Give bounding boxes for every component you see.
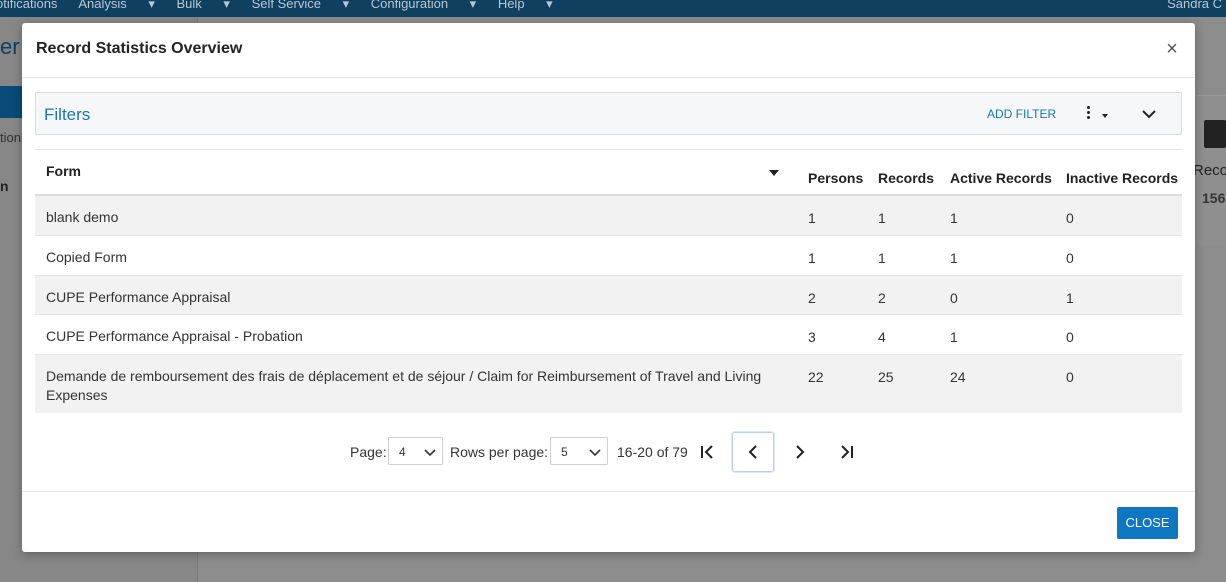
modal-header: Record Statistics Overview ×: [22, 23, 1195, 78]
column-header-form[interactable]: Form: [46, 163, 81, 179]
column-header-records[interactable]: Records: [878, 170, 934, 186]
next-page-button[interactable]: [779, 432, 821, 472]
chevron-right-icon: [796, 445, 805, 459]
cell-records: 2: [878, 290, 886, 306]
record-statistics-modal: Record Statistics Overview × Filters ADD…: [22, 23, 1195, 552]
background-active-tab: [0, 86, 22, 118]
nav-item-notifications: otifications: [0, 0, 58, 11]
pagination: Page: 4 Rows per page: 5 16-20 of 79: [22, 432, 1195, 472]
cell-active-records: 1: [950, 250, 958, 266]
background-card-title: Reco: [1193, 162, 1226, 179]
filters-panel: Filters ADD FILTER: [35, 92, 1182, 135]
page-select-value: 4: [399, 445, 406, 459]
filters-title: Filters: [44, 105, 91, 124]
top-navigation-bar: otifications Analysis ▾ Bulk ▾ Self Serv…: [0, 0, 1226, 17]
table-row[interactable]: blank demo 1 1 1 0: [35, 196, 1182, 236]
cell-form: Demande de remboursement des frais de dé…: [46, 368, 762, 403]
cell-records: 1: [878, 250, 886, 266]
cell-inactive-records: 0: [1066, 329, 1074, 345]
document-icon: [1204, 120, 1226, 148]
chevron-down-icon: [424, 449, 436, 457]
cell-active-records: 1: [950, 329, 958, 345]
table-row[interactable]: Demande de remboursement des frais de dé…: [35, 355, 1182, 413]
background-label: tion: [0, 130, 21, 145]
cell-inactive-records: 1: [1066, 290, 1074, 306]
cell-inactive-records: 0: [1066, 369, 1074, 385]
cell-persons: 3: [808, 329, 816, 345]
modal-footer: CLOSE: [22, 491, 1195, 552]
previous-page-button[interactable]: [732, 432, 774, 472]
page-range-text: 16-20 of 79: [617, 444, 688, 460]
cell-records: 25: [878, 369, 894, 385]
last-page-icon: [841, 445, 853, 459]
nav-item-bulk: Bulk ▾: [176, 0, 230, 11]
caret-down-icon[interactable]: [1102, 114, 1108, 118]
rows-per-page-select[interactable]: 5: [550, 437, 608, 465]
cell-records: 4: [878, 329, 886, 345]
background-label-bold: n: [0, 178, 9, 194]
nav-item-analysis: Analysis ▾: [78, 0, 155, 11]
add-filter-button[interactable]: ADD FILTER: [987, 107, 1056, 121]
cell-form: blank demo: [46, 209, 119, 225]
nav-item-configuration: Configuration ▾: [370, 0, 477, 11]
nav-item-help: Help ▾: [497, 0, 553, 11]
table-row[interactable]: CUPE Performance Appraisal 2 2 0 1: [35, 276, 1182, 315]
table-row[interactable]: CUPE Performance Appraisal - Probation 3…: [35, 315, 1182, 355]
cell-persons: 1: [808, 210, 816, 226]
background-card-value: 156: [1202, 190, 1226, 206]
cell-records: 1: [878, 210, 886, 226]
rows-per-page-label: Rows per page:: [450, 444, 549, 460]
chevron-left-icon: [748, 445, 757, 459]
column-header-active-records[interactable]: Active Records: [950, 170, 1052, 186]
table-row[interactable]: Copied Form 1 1 1 0: [35, 236, 1182, 276]
nav-item-self-service: Self Service ▾: [251, 0, 350, 11]
cell-inactive-records: 0: [1066, 250, 1074, 266]
chevron-down-icon[interactable]: [1140, 105, 1158, 123]
cell-persons: 1: [808, 250, 816, 266]
cell-active-records: 24: [950, 369, 966, 385]
close-icon[interactable]: ×: [1163, 39, 1181, 59]
more-options-icon[interactable]: [1083, 104, 1093, 124]
column-header-inactive-records[interactable]: Inactive Records: [1066, 170, 1178, 186]
last-page-button[interactable]: [826, 432, 868, 472]
close-button[interactable]: CLOSE: [1117, 507, 1178, 539]
cell-active-records: 0: [950, 290, 958, 306]
cell-form: CUPE Performance Appraisal - Probation: [46, 328, 303, 344]
first-page-icon: [701, 445, 713, 459]
cell-persons: 2: [808, 290, 816, 306]
table-header: Form Persons Records Active Records Inac…: [35, 149, 1182, 196]
column-header-persons[interactable]: Persons: [808, 170, 863, 186]
modal-title: Record Statistics Overview: [36, 40, 243, 57]
cell-form: CUPE Performance Appraisal: [46, 289, 231, 305]
sort-descending-icon[interactable]: [769, 170, 779, 176]
background-page-heading: er: [0, 34, 20, 59]
cell-active-records: 1: [950, 210, 958, 226]
page-label: Page:: [350, 444, 387, 460]
cell-persons: 22: [808, 369, 824, 385]
page-select[interactable]: 4: [388, 437, 443, 465]
statistics-table: Form Persons Records Active Records Inac…: [35, 149, 1182, 413]
rows-per-page-value: 5: [561, 445, 568, 459]
chevron-down-icon: [589, 449, 601, 457]
cell-inactive-records: 0: [1066, 210, 1074, 226]
cell-form: Copied Form: [46, 249, 127, 265]
first-page-button[interactable]: [686, 432, 728, 472]
user-name: Sandra C: [1167, 0, 1222, 11]
